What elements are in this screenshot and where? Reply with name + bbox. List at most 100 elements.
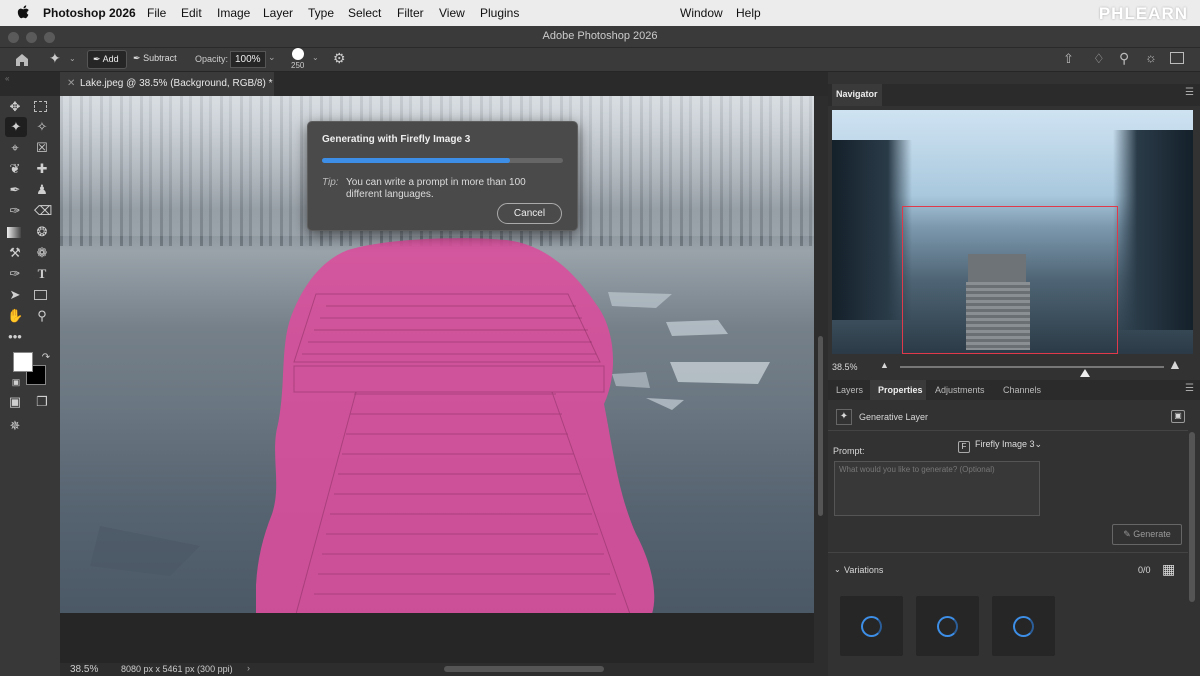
variation-thumbnail[interactable] [916, 596, 979, 656]
hand-tool-icon[interactable]: ✋ [7, 308, 23, 324]
menu-layer[interactable]: Layer [263, 6, 293, 20]
share-icon[interactable]: ⇧ [1063, 51, 1074, 67]
object-selection-tool-icon[interactable]: ✦ [5, 117, 27, 137]
tools-panel: ✥ ✦ ✧ ⌖ ☒ ❦ ✚ ✒ ♟ ✑ ⌫ ❂ ⚒ ❁ ✑ T ➤ ✋ ⚲ ••… [0, 96, 60, 676]
variations-header: ⌄ Variations 0/0 ▦ [828, 560, 1200, 580]
tab-channels[interactable]: Channels [1003, 385, 1041, 395]
tab-adjustments[interactable]: Adjustments [935, 385, 985, 395]
status-dimensions: 8080 px x 5461 px (300 ppi) [121, 664, 233, 674]
window-title: Adobe Photoshop 2026 [542, 30, 658, 42]
marquee-tool-icon[interactable] [34, 101, 47, 112]
tab-properties[interactable]: Properties [878, 385, 923, 395]
navigator-view-box[interactable] [902, 206, 1118, 354]
menu-window[interactable]: Window [680, 6, 723, 20]
menu-view[interactable]: View [439, 6, 465, 20]
quick-mask-icon[interactable]: ▣ [7, 394, 23, 410]
path-select-icon[interactable]: ➤ [7, 287, 23, 303]
add-label: Add [102, 54, 119, 64]
horizontal-scroll-thumb[interactable] [444, 666, 604, 672]
home-icon[interactable] [14, 52, 30, 67]
generative-icon[interactable]: ✵ [7, 418, 23, 434]
brush-preview-icon[interactable] [292, 48, 304, 60]
stamp-tool-icon[interactable]: ♟ [34, 182, 50, 198]
grid-view-icon[interactable]: ▦ [1162, 561, 1175, 578]
gear-icon[interactable]: ⚙ [333, 50, 346, 67]
cancel-button[interactable]: Cancel [497, 203, 562, 224]
generate-label: Generate [1133, 529, 1171, 539]
navigator-zoom-value[interactable]: 38.5% [832, 362, 858, 372]
opacity-input[interactable]: 100% [230, 51, 266, 68]
menu-select[interactable]: Select [348, 6, 381, 20]
menu-type[interactable]: Type [308, 6, 334, 20]
zoom-slider-knob[interactable] [1080, 369, 1090, 377]
chevron-down-icon[interactable]: ⌄ [834, 565, 841, 574]
eyedropper-icon[interactable]: ❦ [7, 161, 23, 177]
gradient-tool-icon[interactable] [7, 227, 21, 238]
dodge-tool-icon[interactable]: ⚒ [7, 245, 23, 261]
chevron-down-icon[interactable]: ⌄ [69, 54, 76, 63]
magic-wand-icon[interactable]: ✧ [34, 119, 50, 135]
status-zoom[interactable]: 38.5% [70, 664, 98, 675]
model-selector[interactable]: F Firefly Image 3⌄ [958, 439, 1042, 453]
chevron-right-icon[interactable]: › [247, 663, 250, 673]
navigator-thumbnail[interactable] [832, 110, 1193, 354]
menu-image[interactable]: Image [217, 6, 250, 20]
generate-button[interactable]: ✎ Generate [1112, 524, 1182, 545]
search-icon[interactable]: ⚲ [1119, 50, 1129, 67]
swap-colors-icon[interactable]: ↷ [38, 350, 54, 366]
document-tab[interactable]: ✕ Lake.jpeg @ 38.5% (Background, RGB/8) … [60, 72, 274, 96]
prompt-input[interactable]: What would you like to generate? (Option… [834, 461, 1040, 516]
zoom-tool-icon[interactable]: ⚲ [34, 308, 50, 324]
brush-dropdown-icon[interactable]: ⌄ [312, 53, 319, 62]
layer-type-label: Generative Layer [859, 412, 929, 422]
workspace-icon[interactable] [1170, 52, 1184, 64]
scroll-thumb[interactable] [818, 336, 823, 516]
panel-menu-icon[interactable]: ☰ [1185, 87, 1194, 98]
menu-edit[interactable]: Edit [181, 6, 202, 20]
subtract-mode-button[interactable]: ✒ Subtract [133, 53, 177, 64]
navigator-zoom-slider[interactable] [900, 366, 1164, 377]
menu-app[interactable]: Photoshop 2026 [43, 6, 136, 20]
canvas-vertical-scrollbar[interactable] [814, 96, 828, 663]
frame-tool-icon[interactable]: ☒ [34, 140, 50, 156]
tab-navigator[interactable]: Navigator [832, 84, 882, 106]
zoom-in-icon[interactable]: ▲ [1168, 356, 1182, 372]
apple-icon[interactable] [16, 5, 30, 20]
generative-layer-icon: ✦ [836, 409, 852, 425]
menu-file[interactable]: File [147, 6, 166, 20]
zoom-out-icon[interactable]: ▲ [880, 360, 889, 370]
screen-mode-icon[interactable]: ❐ [34, 394, 50, 410]
rectangle-tool-icon[interactable] [34, 290, 47, 300]
object-select-tool-icon[interactable]: ✦ [49, 50, 61, 67]
progress-fill [322, 158, 510, 163]
eraser-icon[interactable]: ⌫ [34, 203, 52, 219]
close-icon[interactable]: ✕ [67, 78, 75, 89]
tab-layers[interactable]: Layers [836, 385, 863, 395]
move-tool-icon[interactable]: ✥ [7, 99, 23, 115]
menu-help[interactable]: Help [736, 6, 761, 20]
healing-brush-icon[interactable]: ✚ [34, 161, 50, 177]
more-tools-icon[interactable]: ••• [7, 329, 23, 345]
mask-icon[interactable]: ▣ [1171, 410, 1185, 423]
crop-tool-icon[interactable]: ⌖ [7, 140, 23, 156]
menu-filter[interactable]: Filter [397, 6, 424, 20]
panel-scrollbar[interactable] [1189, 432, 1195, 602]
variation-thumbnail[interactable] [840, 596, 903, 656]
sponge-tool-icon[interactable]: ❁ [34, 245, 50, 261]
brush-tool-icon[interactable]: ✒ [7, 182, 23, 198]
default-colors-icon[interactable]: ▣ [8, 374, 24, 390]
opacity-dropdown-icon[interactable]: ⌄ [268, 52, 276, 63]
pen-tool-icon[interactable]: ✑ [7, 266, 23, 282]
add-mode-button[interactable]: ✒ Add [87, 50, 127, 69]
discover-icon[interactable]: ☼ [1145, 50, 1157, 65]
blur-tool-icon[interactable]: ❂ [34, 224, 50, 240]
variation-thumbnail[interactable] [992, 596, 1055, 656]
bell-icon[interactable]: ♢ [1093, 51, 1105, 67]
document-tabs: « ✕ Lake.jpeg @ 38.5% (Background, RGB/8… [0, 72, 828, 96]
menu-plugins[interactable]: Plugins [480, 6, 519, 20]
history-brush-icon[interactable]: ✑ [7, 203, 23, 219]
collapse-icon[interactable]: « [5, 74, 9, 83]
type-tool-icon[interactable]: T [34, 266, 50, 282]
prompt-label: Prompt: [833, 446, 865, 456]
panel-menu-icon[interactable]: ☰ [1185, 383, 1194, 394]
